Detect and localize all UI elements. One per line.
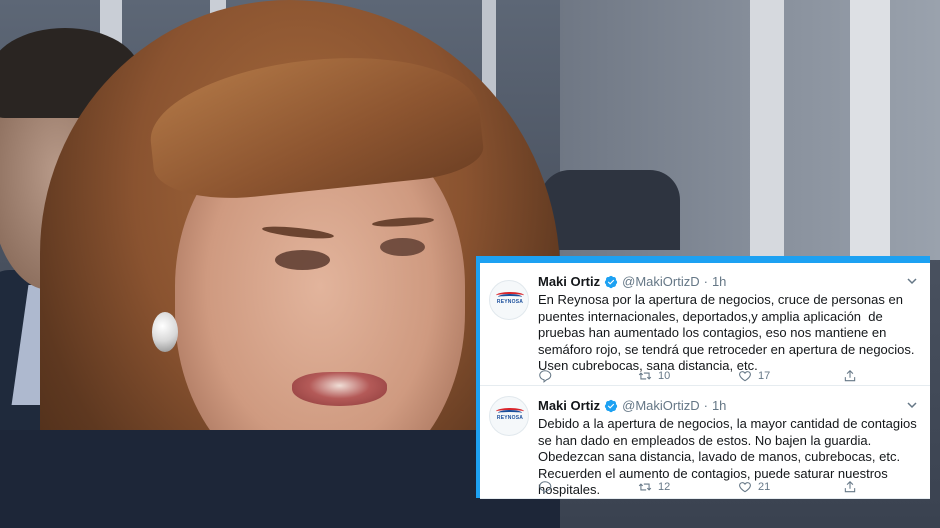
retweet-button[interactable]: 10 [638,369,670,383]
woman-eye [380,238,425,256]
tweet-card[interactable]: REYNOSA Maki Ortiz @MakiOrtizD · 1h Debi… [480,386,930,499]
separator-dot: · [703,398,708,413]
share-icon [844,370,856,382]
like-button[interactable]: 17 [738,369,770,383]
reply-icon [539,481,552,494]
reply-button[interactable] [538,480,558,494]
like-icon [739,482,751,493]
verified-badge-icon [605,275,618,288]
reply-icon [539,370,552,383]
avatar[interactable]: REYNOSA [489,396,529,436]
share-button[interactable] [843,480,863,494]
author-handle[interactable]: @MakiOrtizD [622,398,699,413]
chevron-down-icon[interactable] [906,275,918,287]
avatar[interactable]: REYNOSA [489,280,529,320]
tweet-header: Maki Ortiz @MakiOrtizD · 1h [538,273,726,290]
retweet-button[interactable]: 12 [638,480,670,494]
background-pole [750,0,784,260]
tweet-timestamp[interactable]: 1h [712,398,726,413]
tweet-card[interactable]: REYNOSA Maki Ortiz @MakiOrtizD · 1h En R… [480,263,930,386]
like-button[interactable]: 21 [738,480,770,494]
woman-mouth [292,372,387,406]
retweet-count: 12 [658,481,671,493]
retweet-icon [638,372,652,380]
author-name[interactable]: Maki Ortiz [538,398,600,413]
tweet-timestamp[interactable]: 1h [712,274,726,289]
like-icon [739,371,751,382]
tweet-text: En Reynosa por la apertura de negocios, … [538,292,919,374]
verified-badge-icon [605,399,618,412]
author-name[interactable]: Maki Ortiz [538,274,600,289]
avatar-brand-text: REYNOSA [496,299,524,305]
tweet-actions: 12 21 [538,480,868,496]
author-handle[interactable]: @MakiOrtizD [622,274,699,289]
separator-dot: · [703,274,708,289]
pearl-earring [152,312,178,352]
chevron-down-icon[interactable] [906,399,918,411]
woman-eye [275,250,330,270]
reply-button[interactable] [538,369,558,383]
avatar-brand-text: REYNOSA [496,415,524,421]
tweets-panel: REYNOSA Maki Ortiz @MakiOrtizD · 1h En R… [476,256,930,499]
share-button[interactable] [843,369,863,383]
share-icon [844,481,856,493]
tweet-header: Maki Ortiz @MakiOrtizD · 1h [538,397,726,414]
background-pole [850,0,890,260]
retweet-icon [638,483,652,491]
background-vehicle [540,170,680,250]
tweet-actions: 10 17 [538,369,868,385]
retweet-count: 10 [658,370,671,382]
like-count: 17 [758,370,771,382]
like-count: 21 [758,481,771,493]
